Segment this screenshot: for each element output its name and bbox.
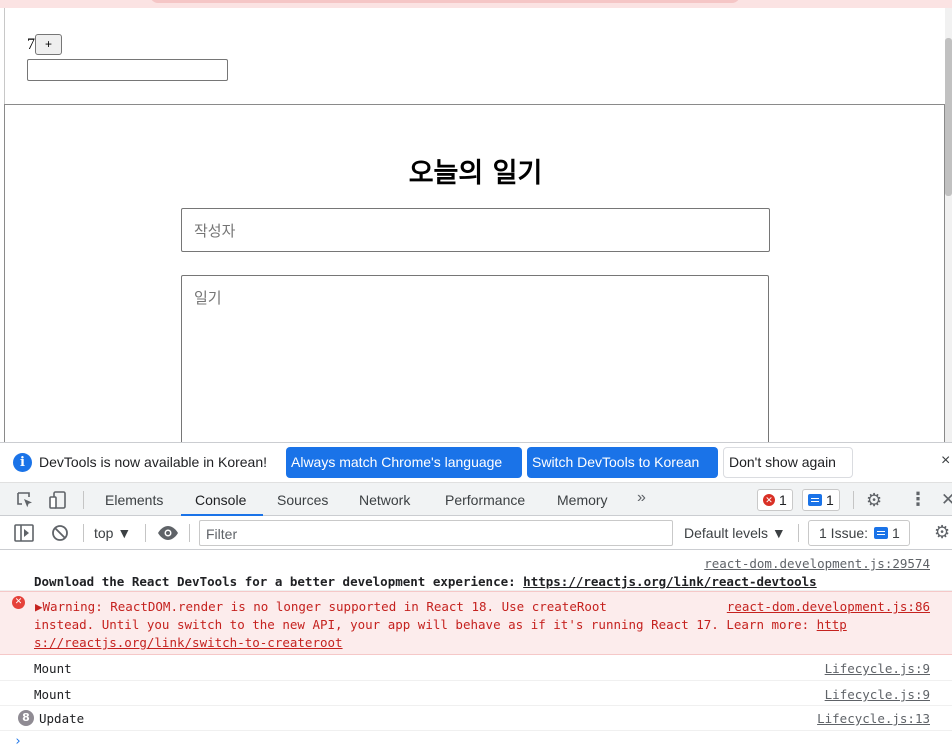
tab-console[interactable]: Console (195, 492, 246, 508)
tab-network[interactable]: Network (359, 492, 410, 508)
infobar-close-icon[interactable]: × (941, 452, 950, 470)
message-text: Mount (34, 687, 72, 702)
console-message: react-dom.development.js:29574 Download … (0, 550, 952, 591)
console-filterbar: top ▼ Filter Default levels ▼ 1 Issue: 1… (0, 516, 952, 550)
context-selector[interactable]: top ▼ (94, 525, 131, 541)
message-source-link[interactable]: Lifecycle.js:9 (825, 661, 930, 676)
repeat-count-badge: 8 (18, 710, 34, 726)
counter-row: 7 + (27, 34, 62, 55)
increment-button[interactable]: + (35, 34, 62, 55)
console-output: react-dom.development.js:29574 Download … (0, 550, 952, 748)
text-input[interactable] (27, 59, 228, 81)
inspect-element-icon[interactable] (15, 490, 35, 510)
console-message: Mount Lifecycle.js:9 (0, 681, 952, 706)
issues-count: 1 (892, 525, 900, 541)
more-tabs-icon[interactable]: » (637, 489, 646, 507)
settings-gear-icon[interactable]: ⚙ (866, 490, 882, 511)
createroot-link-continued[interactable]: s://reactjs.org/link/switch-to-createroo… (34, 635, 343, 650)
live-expression-eye-icon[interactable] (157, 524, 179, 545)
react-devtools-link[interactable]: https://reactjs.org/link/react-devtools (523, 574, 817, 589)
filter-input[interactable]: Filter (199, 520, 673, 546)
console-prompt-icon[interactable]: › (14, 734, 22, 748)
console-warning: ✕ ▶Warning: ReactDOM.render is no longer… (0, 591, 952, 655)
message-text-body: Download the React DevTools for a better… (34, 574, 524, 589)
sidebar-toggle-icon[interactable] (14, 524, 34, 545)
toolbar-divider (83, 524, 84, 542)
page-scrollbar[interactable] (945, 8, 952, 442)
toolbar-divider (83, 491, 84, 509)
switch-to-korean-button[interactable]: Switch DevTools to Korean (527, 447, 718, 478)
toolbar-divider (189, 524, 190, 542)
content-textarea[interactable]: 일기 (181, 275, 769, 442)
toolbar-divider (145, 524, 146, 542)
warning-line-1[interactable]: ▶Warning: ReactDOM.render is no longer s… (35, 599, 607, 614)
dont-show-again-button[interactable]: Don't show again (723, 447, 853, 478)
message-icon (808, 494, 822, 506)
warning-line-2: instead. Until you switch to the new API… (34, 617, 847, 632)
device-toolbar-icon[interactable] (48, 490, 68, 510)
message-source-link[interactable]: Lifecycle.js:9 (825, 687, 930, 702)
language-infobar: i DevTools is now available in Korean! A… (0, 443, 952, 482)
issues-button[interactable]: 1 Issue: 1 (808, 520, 910, 546)
warning-line-2-text: instead. Until you switch to the new API… (34, 617, 817, 632)
console-message: 8 Update Lifecycle.js:13 (0, 706, 952, 731)
error-icon: ✕ (12, 596, 25, 609)
clear-console-icon[interactable] (51, 524, 69, 545)
counter-value: 7 (27, 35, 35, 53)
more-options-icon[interactable]: ⋮ (909, 489, 927, 510)
warning-source-link[interactable]: react-dom.development.js:86 (727, 599, 930, 614)
toolbar-divider (853, 491, 854, 509)
info-icon: i (13, 453, 32, 472)
author-input[interactable]: 작성자 (181, 208, 770, 252)
devtools-close-icon[interactable]: ✕ (941, 490, 952, 510)
page-scrollbar-thumb[interactable] (945, 38, 952, 196)
page-viewport: 7 + 오늘의 일기 작성자 일기 (0, 0, 952, 442)
message-text: Mount (34, 661, 72, 676)
error-icon: ✕ (763, 494, 775, 506)
message-text: Download the React DevTools for a better… (34, 574, 817, 589)
message-source-link[interactable]: Lifecycle.js:13 (817, 711, 930, 726)
console-settings-gear-icon[interactable]: ⚙ (934, 522, 950, 543)
createroot-link[interactable]: http (817, 617, 847, 632)
error-count: 1 (779, 492, 787, 508)
diary-editor: 오늘의 일기 작성자 일기 (4, 104, 945, 442)
tab-performance[interactable]: Performance (445, 492, 525, 508)
infobar-message: DevTools is now available in Korean! (39, 454, 268, 470)
console-message: Mount Lifecycle.js:9 (0, 655, 952, 681)
top-banner-pill (150, 0, 740, 3)
devtools-tabbar: Elements Console Sources Network Perform… (0, 482, 952, 516)
diary-title: 오늘의 일기 (408, 158, 543, 189)
tab-sources[interactable]: Sources (277, 492, 328, 508)
always-match-language-button[interactable]: Always match Chrome's language (286, 447, 522, 478)
message-text: Update (39, 711, 85, 726)
issue-icon (874, 527, 889, 539)
tab-elements[interactable]: Elements (105, 492, 163, 508)
tab-memory[interactable]: Memory (557, 492, 608, 508)
message-source-link[interactable]: react-dom.development.js:29574 (704, 556, 930, 571)
devtools-panel: i DevTools is now available in Korean! A… (0, 442, 952, 748)
error-count-badge[interactable]: ✕ 1 (757, 489, 793, 511)
issues-label: 1 Issue: (819, 525, 869, 541)
message-count: 1 (826, 492, 834, 508)
message-count-badge[interactable]: 1 (802, 489, 840, 511)
toolbar-divider (798, 524, 799, 542)
log-levels-dropdown[interactable]: Default levels ▼ (684, 525, 786, 541)
